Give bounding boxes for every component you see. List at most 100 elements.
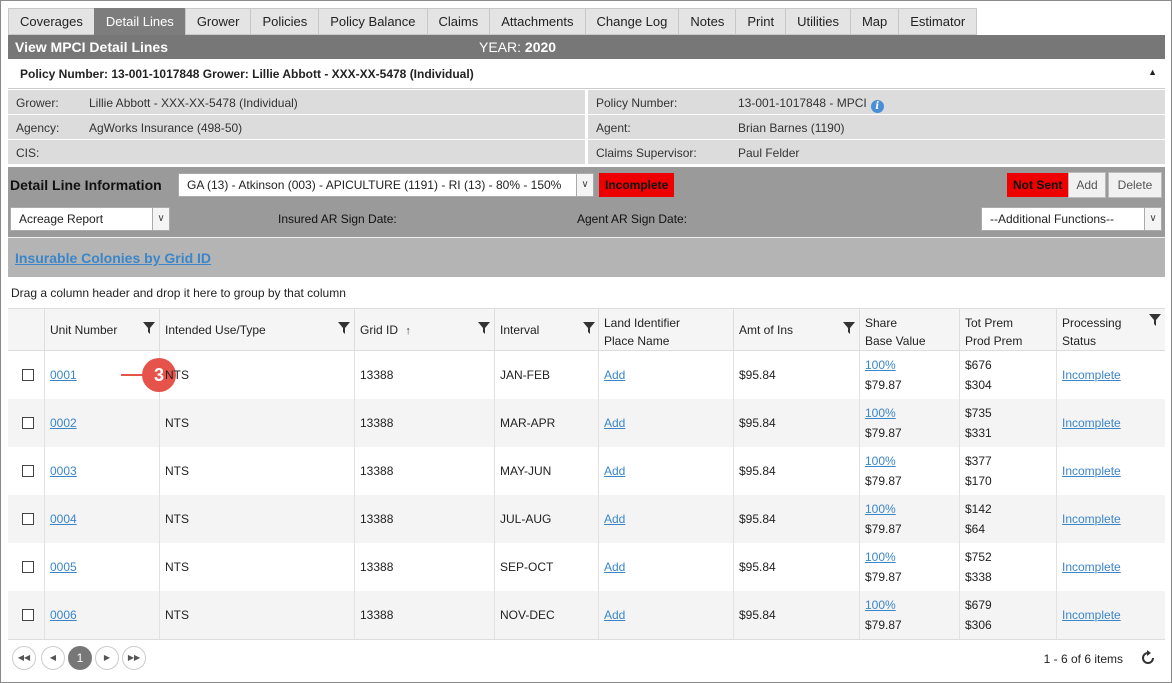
group-by-bar[interactable]: Drag a column header and drop it here to… [8, 277, 1165, 308]
tab-detail-lines[interactable]: Detail Lines [93, 8, 185, 35]
processing-status-link[interactable]: Incomplete [1062, 512, 1121, 526]
add-land-identifier-link[interactable]: Add [604, 608, 625, 622]
add-button[interactable]: Add [1068, 172, 1106, 198]
tab-utilities[interactable]: Utilities [785, 8, 850, 35]
tab-print[interactable]: Print [735, 8, 786, 35]
group-by-hint: Drag a column header and drop it here to… [11, 286, 346, 300]
tab-claims[interactable]: Claims [426, 8, 490, 35]
tab-policies[interactable]: Policies [250, 8, 319, 35]
column-header-land-identifier[interactable]: Land Identifier Place Name [599, 308, 734, 351]
share-link[interactable]: 100% [865, 454, 896, 468]
grid-id-cell: 13388 [355, 591, 495, 639]
unit-number-link[interactable]: 0003 [50, 464, 77, 478]
pager-summary: 1 - 6 of 6 items [1043, 652, 1123, 666]
column-header-amt-of-ins[interactable]: Amt of Ins [734, 308, 860, 351]
tab-coverages[interactable]: Coverages [8, 8, 94, 35]
refresh-icon[interactable] [1139, 649, 1157, 667]
add-land-identifier-link[interactable]: Add [604, 560, 625, 574]
first-page-icon[interactable]: ◀◀ [12, 646, 36, 670]
claims-supervisor-label: Claims Supervisor: [596, 146, 697, 160]
filter-icon[interactable] [583, 322, 595, 334]
amt-of-ins-cell: $95.84 [734, 543, 860, 591]
info-icon[interactable]: i [870, 100, 884, 113]
share-cell: 100% $79.87 [860, 591, 960, 639]
grid-id-cell: 13388 [355, 351, 495, 399]
column-header-unit-number[interactable]: Unit Number [45, 308, 160, 351]
amt-of-ins-cell: $95.84 [734, 591, 860, 639]
filter-icon[interactable] [1149, 314, 1161, 326]
table-row[interactable]: 0003 NTS 13388 MAY-JUN Add $95.84 100% $79.87 $3… [8, 447, 1165, 495]
row-checkbox[interactable] [22, 417, 34, 429]
processing-status-link[interactable]: Incomplete [1062, 560, 1121, 574]
share-link[interactable]: 100% [865, 550, 896, 564]
additional-functions-select[interactable]: --Additional Functions-- ∨ [981, 207, 1162, 231]
tab-map[interactable]: Map [849, 8, 899, 35]
table-row[interactable]: 0001 3 NTS 13388 JAN-FEB Add $95.84 100% $79.87 $… [8, 351, 1165, 399]
processing-status-link[interactable]: Incomplete [1062, 464, 1121, 478]
tab-policy-balance[interactable]: Policy Balance [318, 8, 427, 35]
policy-summary-bar[interactable]: Policy Number: 13-001-1017848 Grower: Li… [8, 59, 1165, 89]
filter-icon[interactable] [843, 322, 855, 334]
processing-status-link[interactable]: Incomplete [1062, 368, 1121, 382]
share-link[interactable]: 100% [865, 598, 896, 612]
report-type-select[interactable]: Acreage Report ∨ [10, 207, 170, 231]
table-row[interactable]: 0006 NTS 13388 NOV-DEC Add $95.84 100% $79.87 $6… [8, 591, 1165, 639]
table-row[interactable]: 0004 NTS 13388 JUL-AUG Add $95.84 100% $79.87 $1… [8, 495, 1165, 543]
share-link[interactable]: 100% [865, 358, 896, 372]
share-link[interactable]: 100% [865, 406, 896, 420]
processing-status-link[interactable]: Incomplete [1062, 416, 1121, 430]
add-land-identifier-link[interactable]: Add [604, 368, 625, 382]
tab-notes[interactable]: Notes [678, 8, 736, 35]
table-row[interactable]: 0005 NTS 13388 SEP-OCT Add $95.84 100% $79.87 $7… [8, 543, 1165, 591]
row-checkbox[interactable] [22, 513, 34, 525]
last-page-icon[interactable]: ▶▶ [122, 646, 146, 670]
insurable-colonies-link[interactable]: Insurable Colonies by Grid ID [15, 250, 211, 266]
unit-number-link[interactable]: 0002 [50, 416, 77, 430]
delete-button[interactable]: Delete [1108, 172, 1162, 198]
filter-icon[interactable] [143, 322, 155, 334]
year-display: YEAR: 2020 [479, 39, 557, 55]
tab-attachments[interactable]: Attachments [489, 8, 585, 35]
table-row[interactable]: 0002 NTS 13388 MAR-APR Add $95.84 100% $79.87 $7… [8, 399, 1165, 447]
column-header-interval[interactable]: Interval [495, 308, 599, 351]
row-checkbox[interactable] [22, 609, 34, 621]
tab-estimator[interactable]: Estimator [898, 8, 978, 35]
unit-number-link[interactable]: 0005 [50, 560, 77, 574]
unit-number-link[interactable]: 0004 [50, 512, 77, 526]
column-header-grid-id[interactable]: Grid ID ↑ [355, 308, 495, 351]
tab-change-log[interactable]: Change Log [584, 8, 679, 35]
unit-number-link[interactable]: 0006 [50, 608, 77, 622]
page-title: View MPCI Detail Lines [15, 39, 169, 55]
base-value: $79.87 [865, 378, 902, 392]
land-identifier-cell: Add [599, 447, 734, 495]
tab-bar: Coverages Detail Lines Grower Policies Polic… [8, 8, 978, 35]
row-checkbox[interactable] [22, 465, 34, 477]
next-page-icon[interactable]: ▶ [95, 646, 119, 670]
unit-number-cell: 0001 3 [45, 351, 176, 399]
column-header-premium[interactable]: Tot Prem Prod Prem [960, 308, 1057, 351]
page-number-current[interactable]: 1 [68, 646, 92, 670]
unit-number-cell: 0004 [45, 495, 160, 543]
processing-status-link[interactable]: Incomplete [1062, 608, 1121, 622]
producer-premium: $170 [965, 474, 992, 488]
column-header-share[interactable]: Share Base Value [860, 308, 960, 351]
row-checkbox[interactable] [22, 369, 34, 381]
add-land-identifier-link[interactable]: Add [604, 416, 625, 430]
grid-id-cell: 13388 [355, 447, 495, 495]
share-link[interactable]: 100% [865, 502, 896, 516]
filter-icon[interactable] [338, 322, 350, 334]
column-header-processing-status[interactable]: Processing Status [1057, 308, 1165, 351]
total-premium: $142 [965, 502, 992, 516]
filter-icon[interactable] [478, 322, 490, 334]
status-badge: Incomplete [599, 173, 675, 197]
unit-number-link[interactable]: 0001 [50, 368, 77, 382]
add-land-identifier-link[interactable]: Add [604, 464, 625, 478]
column-header-intended-use[interactable]: Intended Use/Type [160, 308, 355, 351]
detail-line-select[interactable]: GA (13) - Atkinson (003) - APICULTURE (1… [178, 173, 594, 197]
total-premium: $735 [965, 406, 992, 420]
row-checkbox[interactable] [22, 561, 34, 573]
tab-grower[interactable]: Grower [184, 8, 251, 35]
add-land-identifier-link[interactable]: Add [604, 512, 625, 526]
previous-page-icon[interactable]: ◀ [41, 646, 65, 670]
caret-up-icon[interactable]: ▲ [1148, 67, 1157, 77]
